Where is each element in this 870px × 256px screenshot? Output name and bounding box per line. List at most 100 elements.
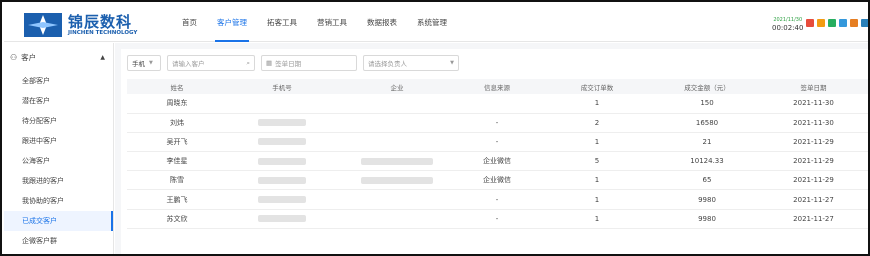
cell-date: 2021-11-30 [757, 113, 868, 133]
column-header[interactable]: 签单日期 [757, 79, 868, 94]
cell-name: 陈雪 [127, 170, 227, 191]
cell-name: 吴开飞 [127, 132, 227, 153]
cell-company [337, 132, 457, 153]
toolbar-icon-4[interactable] [850, 19, 858, 27]
cell-orders: 1 [537, 189, 657, 210]
cell-source: - [457, 189, 537, 210]
redacted-value [361, 176, 433, 184]
sidebar-item[interactable]: 我跟进的客户 [4, 171, 113, 191]
main-nav: 首页 客户管理 拓客工具 营销工具 数据报表 系统管理 [172, 4, 457, 42]
toolbar-icon-5[interactable] [861, 19, 868, 27]
toolbar-icon-2[interactable] [828, 19, 836, 27]
cell-phone [227, 189, 337, 210]
cell-phone [227, 151, 337, 172]
sidebar-item[interactable]: 已成交客户 [4, 211, 113, 231]
table-row[interactable]: 吴开飞 -1 21 2021-11-29 [127, 132, 868, 153]
cell-company [337, 209, 457, 229]
sidebar-items: 全部客户 潜在客户 待分配客户 跟进中客户 公海客户 我跟进的客户 我协助的客户 已成交客户企… [4, 71, 113, 251]
cell-phone [227, 132, 337, 153]
table-row[interactable]: 王鹏飞 -1 9980 2021-11-27 [127, 189, 868, 210]
cell-source: 企业微信 [457, 170, 537, 191]
cell-amount: 65 [657, 170, 757, 191]
cell-amount: 21 [657, 132, 757, 153]
nav-item-5[interactable]: 系统管理 [407, 4, 457, 42]
logo-en: JINCHEN TECHNOLOGY [68, 29, 138, 36]
top-bar: 锦辰数科 JINCHEN TECHNOLOGY 首页 客户管理 拓客工具 营销工具 数据… [4, 4, 868, 42]
cell-source: - [457, 209, 537, 229]
column-header[interactable]: 成交订单数 [537, 79, 657, 94]
cell-source: - [457, 132, 537, 153]
sidebar-item[interactable]: 公海客户 [4, 151, 113, 171]
redacted-value [361, 157, 433, 165]
calendar-icon: ▦ [266, 59, 273, 67]
field-select-value: 手机 [132, 60, 145, 68]
sidebar-item[interactable]: 我协助的客户 [4, 191, 113, 211]
table-row[interactable]: 陈雪 企业微信 1 65 2021-11-29 [127, 170, 868, 191]
cell-date: 2021-11-29 [757, 132, 868, 153]
sidebar-item[interactable]: 企微客户群 [4, 231, 113, 251]
cell-company [337, 151, 457, 172]
toolbar-icon-0[interactable] [806, 19, 814, 27]
table-row[interactable]: 刘炜 -2 16580 2021-11-30 [127, 113, 868, 133]
nav-item-3[interactable]: 营销工具 [307, 4, 357, 42]
cell-orders: 1 [537, 170, 657, 191]
cell-source [457, 94, 537, 114]
owner-select[interactable]: 请选择负责人 ▼ [363, 55, 459, 71]
cell-date: 2021-11-29 [757, 151, 868, 172]
sidebar-item[interactable]: 待分配客户 [4, 111, 113, 131]
redacted-value [258, 119, 306, 127]
sidebar-item[interactable]: 全部客户 [4, 71, 113, 91]
chevron-down-icon: ▼ [149, 60, 153, 66]
column-header[interactable]: 姓名 [127, 79, 227, 94]
customer-table: 姓名 手机号 企业 信息来源 成交订单数 成交金额（元） 签单日期 周晓东 1 150 2021-… [127, 79, 868, 229]
toolbar-icon-1[interactable] [817, 19, 825, 27]
nav-item-4[interactable]: 数据报表 [357, 4, 407, 42]
redacted-value [258, 176, 306, 184]
logo-text: 锦辰数科 JINCHEN TECHNOLOGY [68, 14, 137, 37]
table-row[interactable]: 苏文欣 -1 9980 2021-11-27 [127, 209, 868, 229]
cell-company [337, 189, 457, 210]
logo-mark-icon [24, 13, 62, 37]
main-area: 手机 ▼ 请输入客户 ⌕ ▦ 签单日期 请选择负责人 ▼ 姓名 手机号 企业 信… [115, 43, 868, 254]
logo-cn: 锦辰数科 [68, 12, 133, 31]
cell-phone [227, 113, 337, 133]
redacted-value [258, 196, 306, 204]
nav-item-2[interactable]: 拓客工具 [257, 4, 307, 42]
sidebar-item[interactable]: 潜在客户 [4, 91, 113, 111]
cell-date: 2021-11-27 [757, 209, 868, 229]
toolbar-icons [806, 19, 868, 27]
cell-orders: 5 [537, 151, 657, 172]
table-body: 周晓东 1 150 2021-11-30 刘炜 -2 16580 2021-11-30 吴开飞 -… [127, 94, 868, 229]
date-placeholder: 签单日期 [275, 60, 302, 68]
date-input[interactable]: ▦ 签单日期 [261, 55, 357, 71]
sidebar-header-label: 客户 [21, 52, 37, 62]
cell-company [337, 94, 457, 114]
table-row[interactable]: 李佳星 企业微信 5 10124.33 2021-11-29 [127, 151, 868, 172]
field-select[interactable]: 手机 ▼ [127, 55, 161, 71]
search-placeholder: 请输入客户 [172, 60, 205, 68]
table-row[interactable]: 周晓东 1 150 2021-11-30 [127, 94, 868, 114]
cell-date: 2021-11-29 [757, 170, 868, 191]
cell-name: 刘炜 [127, 113, 227, 133]
cell-company [337, 170, 457, 191]
cell-amount: 10124.33 [657, 151, 757, 172]
column-header[interactable]: 手机号 [227, 79, 337, 94]
cell-phone [227, 209, 337, 229]
chevron-down-icon: ▼ [450, 60, 454, 66]
sidebar-item[interactable]: 跟进中客户 [4, 131, 113, 151]
column-header[interactable]: 信息来源 [457, 79, 537, 94]
cell-orders: 2 [537, 113, 657, 133]
nav-item-1[interactable]: 客户管理 [207, 4, 257, 42]
sidebar-header[interactable]: ⚇ 客户 ▲ [4, 43, 113, 71]
column-header[interactable]: 成交金额（元） [657, 79, 757, 94]
content-panel: 手机 ▼ 请输入客户 ⌕ ▦ 签单日期 请选择负责人 ▼ 姓名 手机号 企业 信… [121, 49, 868, 254]
search-input[interactable]: 请输入客户 ⌕ [167, 55, 255, 71]
nav-item-0[interactable]: 首页 [172, 4, 207, 42]
toolbar-icon-3[interactable] [839, 19, 847, 27]
cell-phone [227, 170, 337, 191]
logo[interactable]: 锦辰数科 JINCHEN TECHNOLOGY [24, 11, 174, 39]
cell-date: 2021-11-30 [757, 94, 868, 114]
chevron-up-icon: ▲ [100, 53, 105, 61]
clock-date: 2021/11/30 [773, 17, 803, 23]
column-header[interactable]: 企业 [337, 79, 457, 94]
